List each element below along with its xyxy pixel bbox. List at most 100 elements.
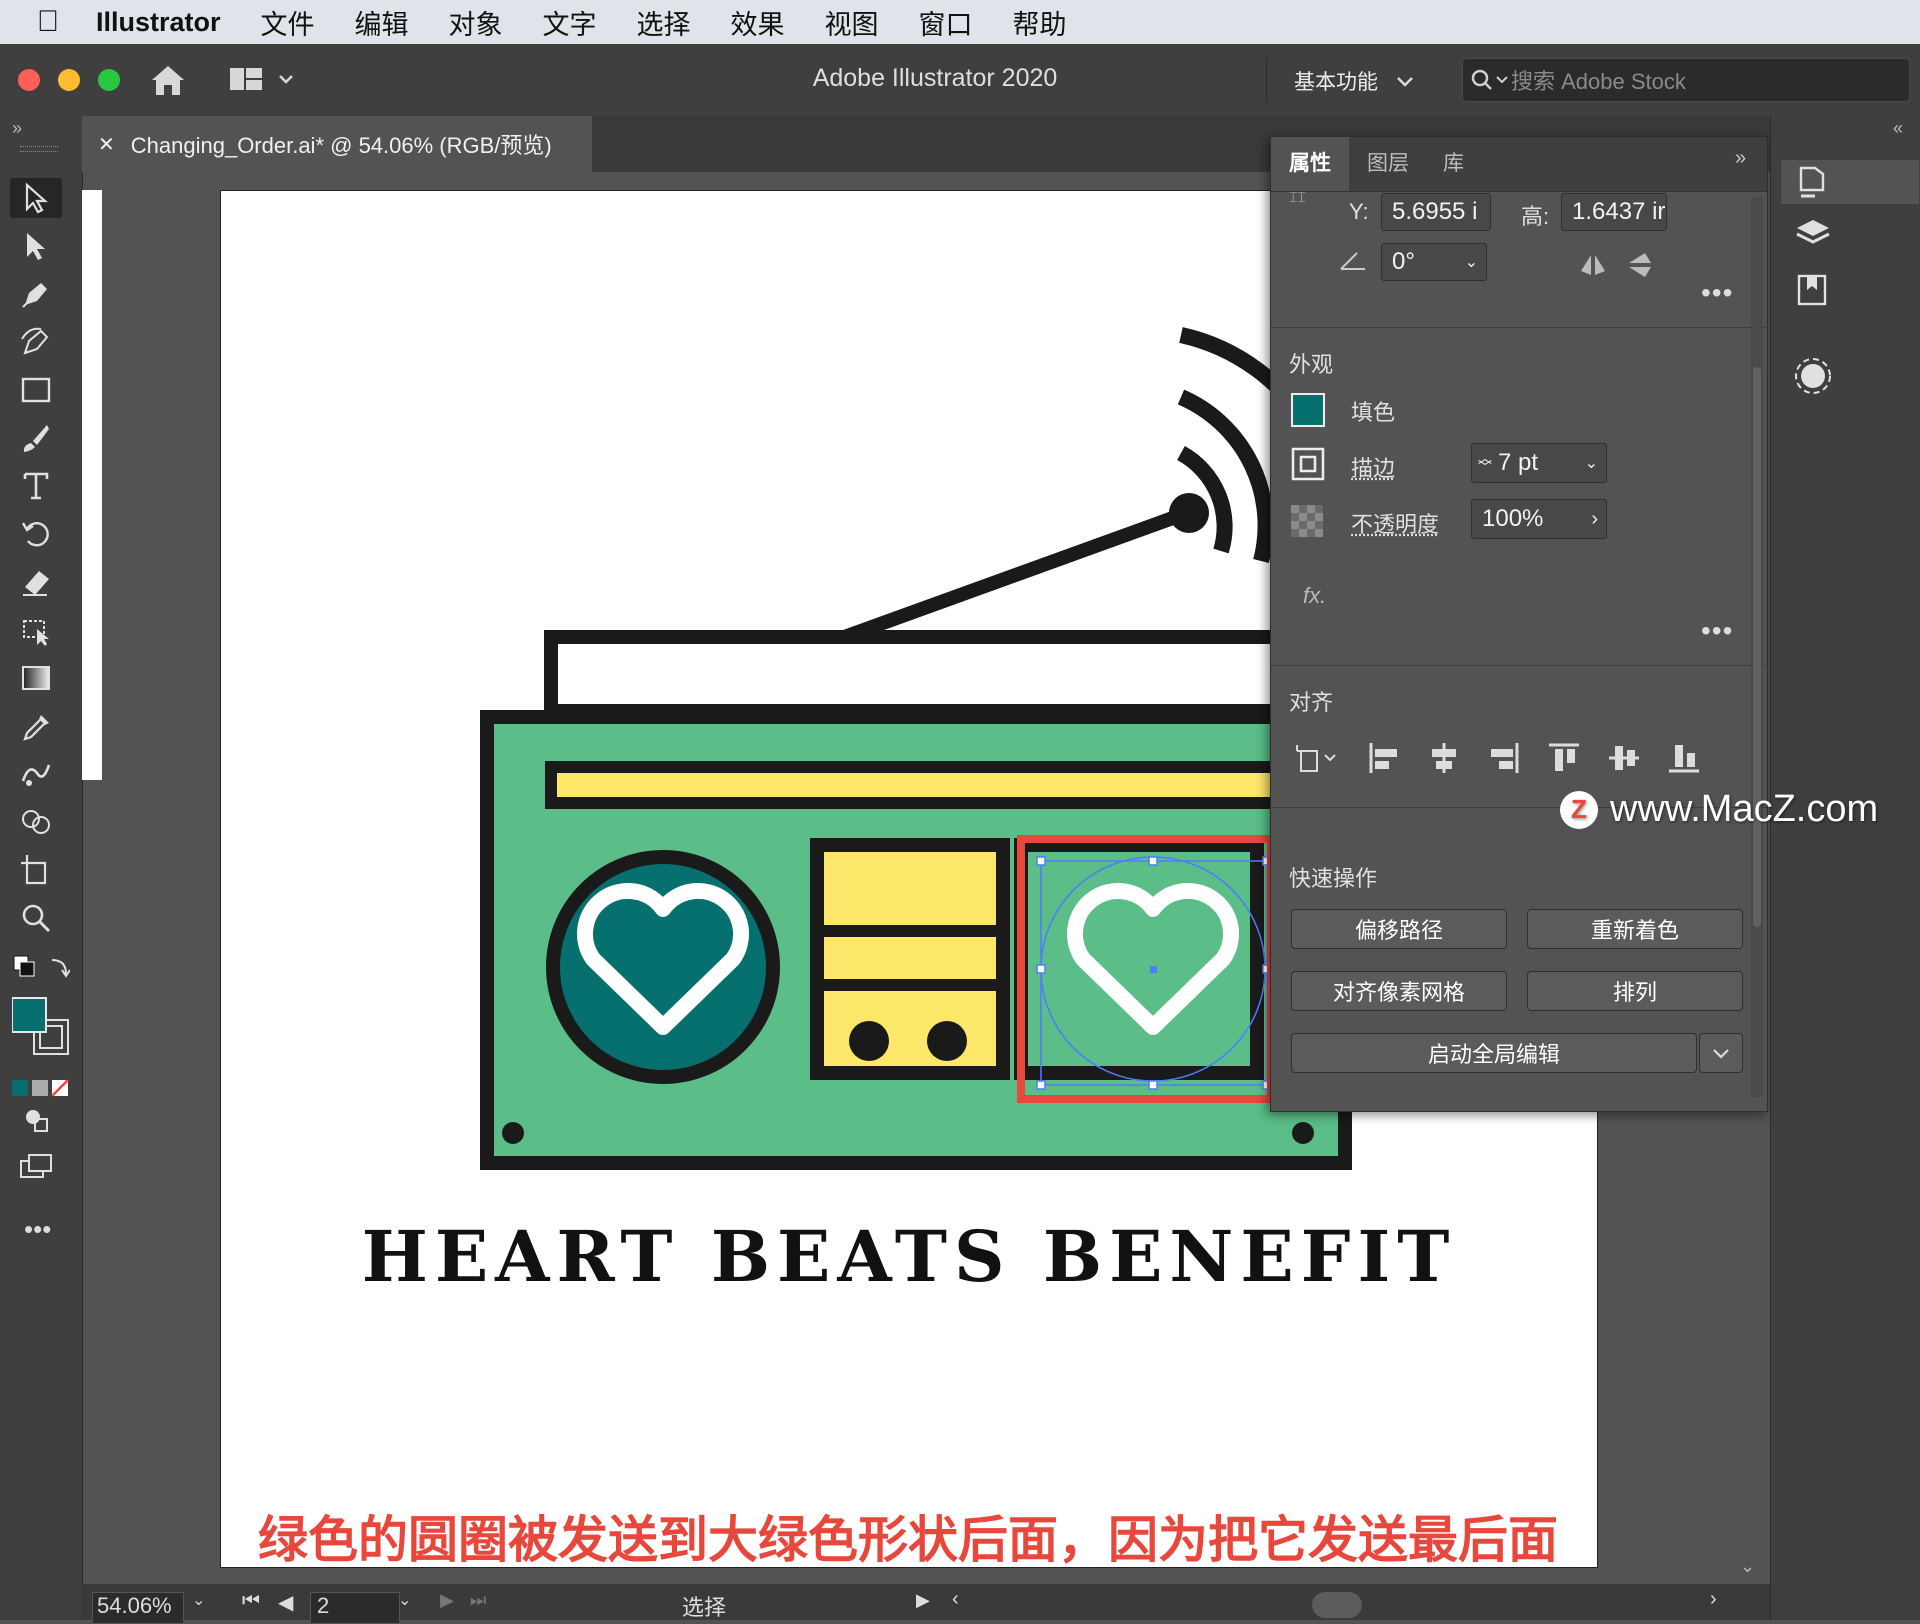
fx-button[interactable]: fx. (1303, 583, 1326, 609)
next-artboard-icon[interactable]: ▶ (440, 1590, 454, 1611)
gradient-tool-icon[interactable] (10, 658, 62, 698)
stroke-label[interactable]: 描边 (1351, 451, 1395, 483)
curvature-tool-icon[interactable] (10, 322, 62, 362)
color-themes-icon[interactable] (1793, 356, 1833, 396)
dock-properties-button[interactable] (1781, 160, 1919, 204)
tab-libraries[interactable]: 库 (1443, 147, 1464, 177)
libraries-icon[interactable] (1793, 272, 1833, 308)
offset-path-button[interactable]: 偏移路径 (1291, 909, 1507, 949)
free-transform-tool-icon[interactable] (10, 610, 62, 650)
last-artboard-icon[interactable]: ⏭ (470, 1590, 486, 1611)
divider (1266, 58, 1267, 102)
global-edit-button[interactable]: 启动全局编辑 (1291, 1033, 1697, 1073)
type-tool-icon[interactable] (10, 466, 62, 506)
pen-tool-icon[interactable] (10, 274, 62, 314)
stroke-swatch[interactable] (1291, 447, 1325, 481)
selection-tool-icon[interactable] (10, 178, 62, 218)
menu-effect[interactable]: 效果 (731, 3, 785, 42)
stock-search-field[interactable]: 搜索 Adobe Stock (1462, 58, 1910, 102)
tools-panel: » ••• (0, 116, 83, 1620)
eyedropper-tool-icon[interactable] (10, 706, 62, 746)
align-top-icon[interactable] (1547, 741, 1581, 775)
collapse-panel-icon[interactable]: » (12, 118, 22, 139)
draw-mode-icon[interactable] (10, 1100, 62, 1140)
opacity-label[interactable]: 不透明度 (1351, 507, 1439, 539)
paintbrush-tool-icon[interactable] (10, 418, 62, 458)
scroll-right-icon[interactable]: › (1710, 1588, 1717, 1611)
zoom-dropdown-icon[interactable]: ⌄ (192, 1590, 205, 1610)
tab-properties[interactable]: 属性 (1289, 147, 1331, 177)
status-bar: 54.06% ⌄ ⏮ ◀ 2 ⌄ ▶ ⏭ 选择 ▶ ‹ › (82, 1584, 1770, 1620)
chevron-right-icon[interactable]: › (1591, 508, 1598, 531)
current-tool-label: 选择 (682, 1590, 726, 1622)
eraser-tool-icon[interactable] (10, 562, 62, 602)
workspace-switcher[interactable]: 基本功能 (1294, 62, 1414, 100)
artboard-dropdown-icon[interactable]: ⌄ (398, 1590, 411, 1610)
y-field[interactable]: 5.6955 i (1381, 193, 1491, 231)
panel-grip[interactable] (20, 146, 58, 152)
rotate-field[interactable]: 0° ⌄ (1381, 243, 1487, 281)
previous-artboard-icon[interactable]: ◀ (278, 1590, 293, 1615)
align-vertical-center-icon[interactable] (1607, 741, 1641, 775)
fill-swatch[interactable] (1291, 393, 1325, 427)
align-pixel-grid-button[interactable]: 对齐像素网格 (1291, 971, 1507, 1011)
stroke-weight-field[interactable]: ︿ ﹀ 7 pt ⌄ (1471, 443, 1607, 483)
app-bar: Adobe Illustrator 2020 基本功能 搜索 Adobe Sto… (0, 44, 1920, 117)
arrange-button[interactable]: 排列 (1527, 971, 1743, 1011)
align-title: 对齐 (1289, 685, 1333, 717)
panel-scroll-thumb[interactable] (1753, 367, 1761, 927)
rotate-tool-icon[interactable] (10, 514, 62, 554)
fill-stroke-swatch[interactable] (12, 996, 72, 1065)
global-edit-options-button[interactable] (1699, 1033, 1743, 1073)
menu-window[interactable]: 窗口 (919, 3, 973, 42)
opacity-field[interactable]: 100% › (1471, 499, 1607, 539)
direct-selection-tool-icon[interactable] (10, 226, 62, 266)
chevron-down-icon[interactable]: ⌄ (1585, 453, 1598, 473)
artboard-number-field[interactable]: 2 (310, 1592, 400, 1624)
align-left-icon[interactable] (1367, 741, 1401, 775)
menu-help[interactable]: 帮助 (1013, 3, 1067, 42)
zoom-field[interactable]: 54.06% (92, 1592, 184, 1624)
appearance-more-icon[interactable]: ••• (1701, 615, 1733, 647)
zoom-tool-icon[interactable] (10, 898, 62, 938)
default-colors-icon[interactable] (12, 954, 70, 989)
align-to-icon[interactable] (1293, 741, 1339, 775)
menu-select[interactable]: 选择 (637, 3, 691, 42)
flip-vertical-icon[interactable] (1625, 251, 1657, 279)
scroll-left-icon[interactable]: ‹ (952, 1588, 959, 1611)
collapse-dock-icon[interactable]: « (1893, 118, 1903, 139)
recolor-button[interactable]: 重新着色 (1527, 909, 1743, 949)
menu-app-name[interactable]: Illustrator (96, 7, 221, 38)
stepper-icon[interactable]: ︿ ﹀ (1478, 454, 1492, 472)
layers-icon[interactable] (1793, 216, 1833, 252)
apple-icon[interactable]:  (0, 5, 96, 39)
align-horizontal-center-icon[interactable] (1427, 741, 1461, 775)
height-field[interactable]: 1.6437 ir (1561, 193, 1667, 231)
screen-mode-icon[interactable] (10, 1146, 62, 1186)
align-right-icon[interactable] (1487, 741, 1521, 775)
puppet-warp-tool-icon[interactable] (10, 754, 62, 794)
menu-type[interactable]: 文字 (543, 3, 597, 42)
artboard-tool-icon[interactable] (10, 850, 62, 890)
scroll-down-icon[interactable]: ⌄ (1740, 1556, 1755, 1577)
flip-horizontal-icon[interactable] (1577, 251, 1609, 279)
menu-file[interactable]: 文件 (261, 3, 315, 42)
menu-edit[interactable]: 编辑 (355, 3, 409, 42)
transform-more-icon[interactable]: ••• (1701, 277, 1733, 309)
rectangle-tool-icon[interactable] (10, 370, 62, 410)
right-dock: « (1770, 116, 1920, 1620)
horizontal-scroll-thumb[interactable] (1312, 1592, 1362, 1618)
tab-layers[interactable]: 图层 (1367, 147, 1409, 177)
first-artboard-icon[interactable]: ⏮ (242, 1590, 260, 1613)
document-tab[interactable]: ✕ Changing_Order.ai* @ 54.06% (RGB/预览) (82, 116, 592, 172)
menu-object[interactable]: 对象 (449, 3, 503, 42)
menu-view[interactable]: 视图 (825, 3, 879, 42)
status-menu-icon[interactable]: ▶ (916, 1590, 930, 1611)
more-tools-icon[interactable]: ••• (24, 1214, 51, 1245)
panel-menu-icon[interactable]: » (1735, 147, 1746, 170)
align-bottom-icon[interactable] (1667, 741, 1701, 775)
properties-icon (1793, 164, 1833, 202)
ref-point-icon[interactable]: ⌶⌶ (1289, 189, 1306, 206)
close-tab-icon[interactable]: ✕ (98, 132, 115, 157)
shape-builder-tool-icon[interactable] (10, 802, 62, 842)
